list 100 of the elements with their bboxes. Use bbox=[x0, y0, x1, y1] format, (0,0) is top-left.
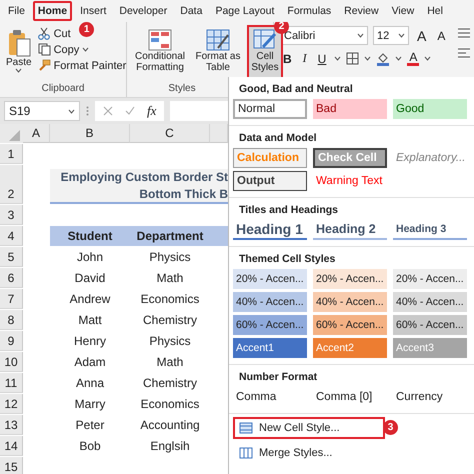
row-header[interactable]: 12 bbox=[0, 394, 23, 414]
row-header[interactable]: 10 bbox=[0, 352, 23, 372]
cell-style-option[interactable]: Comma bbox=[233, 387, 307, 407]
row-header[interactable]: 1 bbox=[0, 144, 23, 164]
cell-style-option[interactable]: Bad bbox=[313, 99, 387, 119]
menu-item[interactable]: Merge Styles... bbox=[233, 442, 385, 464]
row-header[interactable]: 15 bbox=[0, 457, 23, 474]
ribbon-tab[interactable]: View bbox=[386, 1, 420, 21]
table-cell-text: John bbox=[76, 249, 104, 266]
table-cell-text: Math bbox=[156, 354, 184, 371]
underline-button[interactable]: U bbox=[314, 52, 330, 66]
caret-icon bbox=[357, 33, 364, 38]
ribbon-tab[interactable]: Review bbox=[339, 1, 384, 21]
table-cell-text: Economics bbox=[140, 291, 200, 308]
row-header[interactable]: 13 bbox=[0, 415, 23, 435]
table-cell-text: Bob bbox=[78, 438, 102, 455]
title-text: Employing Custom Border St bbox=[60, 168, 228, 186]
cell-style-option[interactable]: Good bbox=[393, 99, 467, 119]
clipboard-command[interactable]: Cut bbox=[38, 27, 71, 40]
cell-style-option[interactable]: 40% - Accen... bbox=[313, 292, 387, 312]
clipboard-icon bbox=[6, 29, 31, 57]
more-icon bbox=[86, 106, 89, 116]
caret-icon bbox=[68, 108, 75, 114]
title-text: Bottom Thick B bbox=[139, 186, 228, 202]
clipboard-command[interactable]: Copy bbox=[38, 43, 90, 56]
font-size-dropdown[interactable]: 12 bbox=[373, 26, 409, 45]
cell-style-option[interactable]: Heading 3 bbox=[393, 220, 467, 240]
table-cell-text: Physics bbox=[148, 333, 192, 350]
paste-button[interactable]: Paste bbox=[4, 25, 34, 83]
cell-style-option[interactable]: Warning Text bbox=[313, 171, 387, 191]
cell-style-option[interactable]: Heading 2 bbox=[313, 220, 387, 240]
menu-item[interactable]: New Cell Style... bbox=[233, 417, 385, 439]
table-cell-text: Peter bbox=[74, 417, 106, 434]
row-header[interactable]: 7 bbox=[0, 289, 23, 309]
name-box[interactable]: S19 bbox=[4, 101, 80, 121]
copy-icon bbox=[38, 43, 51, 56]
italic-button[interactable]: I bbox=[300, 51, 310, 66]
cell-style-option[interactable]: 20% - Accen... bbox=[393, 269, 467, 289]
ribbon-tab[interactable]: Data bbox=[175, 1, 208, 21]
ribbon-tab[interactable]: Page Layout bbox=[210, 1, 280, 21]
row-header[interactable]: 9 bbox=[0, 331, 23, 351]
cell-style-option[interactable]: 60% - Accen... bbox=[393, 315, 467, 335]
align-left-icon[interactable] bbox=[458, 48, 470, 58]
cell-style-option[interactable]: 60% - Accen... bbox=[313, 315, 387, 335]
caret-icon bbox=[15, 68, 22, 73]
column-header[interactable]: C bbox=[130, 124, 210, 143]
align-top-icon[interactable] bbox=[458, 28, 470, 38]
font-color-button[interactable]: A bbox=[407, 51, 420, 66]
ribbon-tab[interactable]: File bbox=[3, 1, 30, 21]
column-header[interactable]: A bbox=[23, 124, 50, 143]
cell-style-option[interactable]: 40% - Accen... bbox=[233, 292, 307, 312]
insert-function-button[interactable]: fx bbox=[147, 103, 156, 119]
row-header[interactable]: 2 bbox=[0, 165, 23, 204]
section-title: Good, Bad and Neutral bbox=[238, 82, 354, 97]
caret-icon bbox=[395, 56, 402, 61]
table-cell-text: Henry bbox=[72, 333, 107, 350]
cell-style-option[interactable]: Currency bbox=[393, 387, 467, 407]
cell-style-option[interactable]: 20% - Accen... bbox=[233, 269, 307, 289]
cell-style-option[interactable]: Explanatory... bbox=[393, 148, 467, 168]
cell-style-option[interactable]: Comma [0] bbox=[313, 387, 387, 407]
row-header[interactable]: 6 bbox=[0, 268, 23, 288]
ribbon-tab[interactable]: Insert bbox=[75, 1, 112, 21]
ribbon-tab[interactable]: Home bbox=[32, 1, 72, 21]
ribbon-tab[interactable]: Developer bbox=[114, 1, 172, 21]
borders-icon[interactable] bbox=[346, 52, 360, 65]
ribbon-button[interactable]: Conditional Formatting bbox=[131, 25, 189, 83]
table-cell-text: Economics bbox=[140, 396, 200, 413]
caret-icon bbox=[82, 47, 90, 52]
fill-bucket-icon[interactable] bbox=[376, 52, 390, 66]
cell-style-option[interactable]: Normal bbox=[233, 99, 307, 119]
group-label: Clipboard bbox=[42, 83, 84, 94]
grow-font-button[interactable]: A bbox=[414, 28, 430, 44]
new-style-icon bbox=[239, 422, 253, 434]
bold-button[interactable]: B bbox=[280, 52, 295, 66]
shrink-font-button[interactable]: A bbox=[434, 28, 448, 42]
table-cell-text: Chemistry bbox=[142, 375, 198, 392]
row-header[interactable]: 5 bbox=[0, 247, 23, 267]
row-header[interactable]: 11 bbox=[0, 373, 23, 393]
row-header[interactable]: 3 bbox=[0, 205, 23, 225]
cell-style-option[interactable]: Output bbox=[233, 171, 307, 191]
row-header[interactable]: 8 bbox=[0, 310, 23, 330]
conditional-formatting-icon bbox=[148, 29, 172, 51]
step-number-badge: 3 bbox=[383, 420, 398, 435]
caret-icon bbox=[398, 33, 405, 38]
paintbrush-icon bbox=[38, 59, 51, 72]
clipboard-command[interactable]: Format Painter bbox=[38, 59, 126, 72]
cell-style-option[interactable]: Accent1 bbox=[233, 338, 307, 358]
ribbon-button[interactable]: Format as Table bbox=[191, 25, 245, 83]
cell-style-option[interactable]: Heading 1 bbox=[233, 220, 307, 240]
cell-style-option[interactable]: 20% - Accen... bbox=[313, 269, 387, 289]
cell-style-option[interactable]: 60% - Accen... bbox=[233, 315, 307, 335]
column-heading-cell: Department bbox=[130, 226, 210, 246]
cell-style-option[interactable]: 40% - Accen... bbox=[393, 292, 467, 312]
column-heading-cell bbox=[210, 226, 228, 246]
row-header[interactable]: 14 bbox=[0, 436, 23, 456]
ribbon-tab[interactable]: Hel bbox=[422, 1, 448, 21]
column-header[interactable]: B bbox=[50, 124, 130, 143]
row-header[interactable]: 4 bbox=[0, 226, 23, 246]
ribbon-tab[interactable]: Formulas bbox=[282, 1, 336, 21]
section-title: Data and Model bbox=[238, 131, 318, 146]
